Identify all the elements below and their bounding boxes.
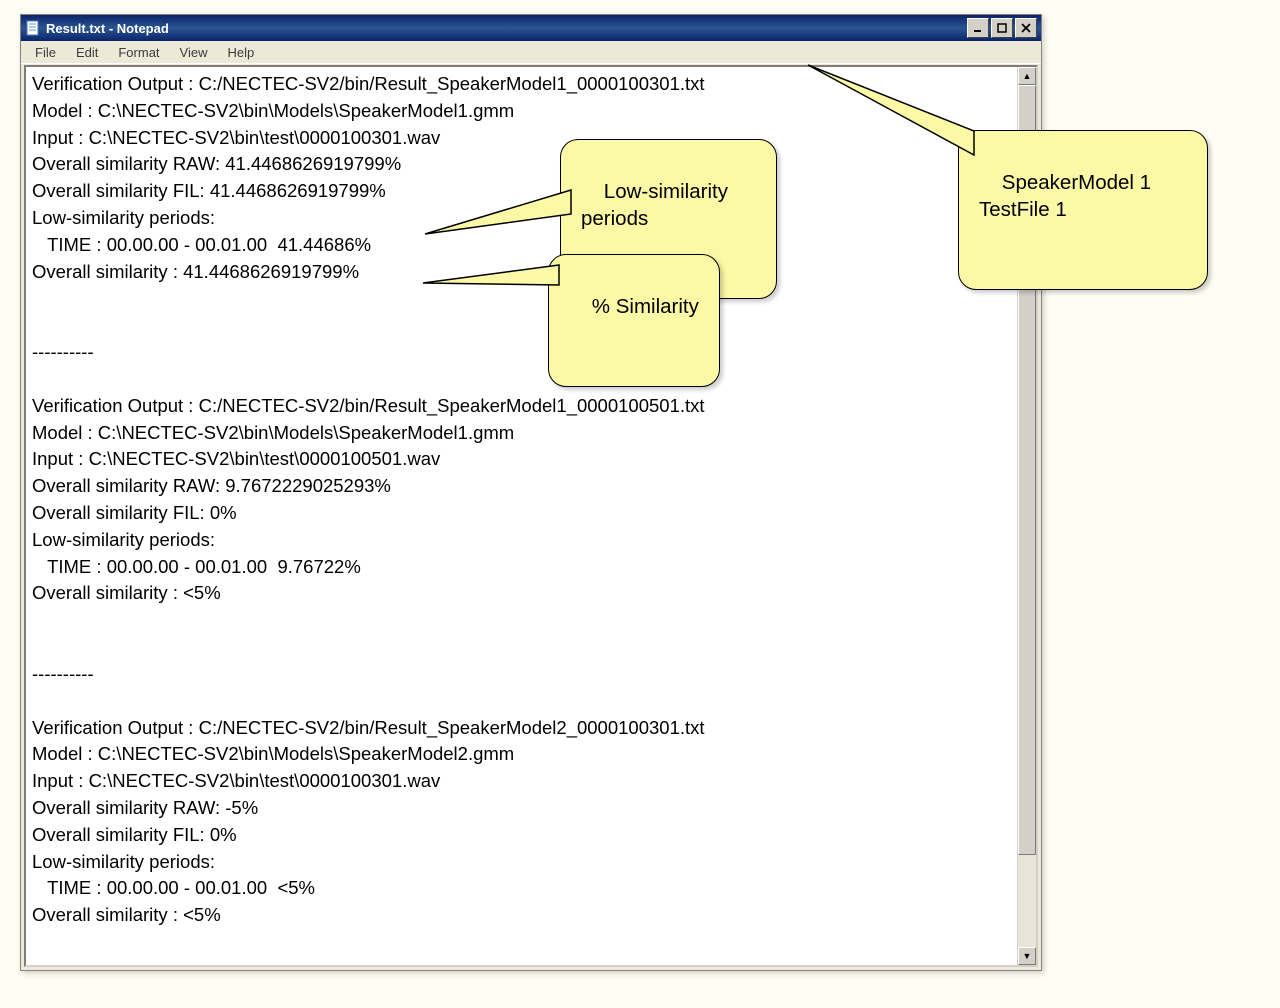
scroll-down-arrow-icon[interactable]: ▼ <box>1018 947 1036 965</box>
text-line: Input : C:\NECTEC-SV2\bin\test\000010030… <box>32 770 440 791</box>
text-line: Low-similarity periods: <box>32 529 215 550</box>
text-line: Verification Output : C:/NECTEC-SV2/bin/… <box>32 73 705 94</box>
text-line: Model : C:\NECTEC-SV2\bin\Models\Speaker… <box>32 743 514 764</box>
callout-text: % Similarity <box>592 295 699 318</box>
callout-text: SpeakerModel 1 TestFile 1 <box>979 171 1151 222</box>
text-line: Verification Output : C:/NECTEC-SV2/bin/… <box>32 395 705 416</box>
notepad-app-icon <box>25 20 41 36</box>
text-line: Overall similarity RAW: -5% <box>32 797 258 818</box>
text-line: Overall similarity RAW: 41.4468626919799… <box>32 153 401 174</box>
menu-format[interactable]: Format <box>108 43 169 62</box>
text-separator: ---------- <box>32 663 94 684</box>
titlebar[interactable]: Result.txt - Notepad <box>21 15 1041 41</box>
text-line: Input : C:\NECTEC-SV2\bin\test\000010030… <box>32 127 440 148</box>
text-line: Overall similarity RAW: 9.7672229025293% <box>32 475 391 496</box>
text-line: Input : C:\NECTEC-SV2\bin\test\000010050… <box>32 448 440 469</box>
scroll-up-arrow-icon[interactable]: ▲ <box>1018 67 1036 85</box>
callout-text: Low-similarity periods <box>581 180 728 231</box>
text-line: Overall similarity : <5% <box>32 904 221 925</box>
text-line: Low-similarity periods: <box>32 207 215 228</box>
text-line: Overall similarity : <5% <box>32 582 221 603</box>
text-line: Low-similarity periods: <box>32 851 215 872</box>
text-line: TIME : 00.00.00 - 00.01.00 9.76722% <box>32 556 361 577</box>
text-line: Verification Output : C:/NECTEC-SV2/bin/… <box>32 717 705 738</box>
menu-help[interactable]: Help <box>217 43 264 62</box>
callout-percent-similarity: % Similarity <box>548 254 720 387</box>
text-line: Overall similarity : 41.4468626919799% <box>32 261 359 282</box>
window-title: Result.txt - Notepad <box>46 21 967 36</box>
text-line: Model : C:\NECTEC-SV2\bin\Models\Speaker… <box>32 100 514 121</box>
text-line: Overall similarity FIL: 41.4468626919799… <box>32 180 386 201</box>
menu-edit[interactable]: Edit <box>66 43 108 62</box>
text-line: TIME : 00.00.00 - 00.01.00 41.44686% <box>32 234 371 255</box>
text-line: Model : C:\NECTEC-SV2\bin\Models\Speaker… <box>32 422 514 443</box>
callout-speaker-testfile: SpeakerModel 1 TestFile 1 <box>958 130 1208 290</box>
menu-file[interactable]: File <box>25 43 66 62</box>
menu-view[interactable]: View <box>170 43 218 62</box>
minimize-button[interactable] <box>967 18 989 38</box>
text-separator: ---------- <box>32 341 94 362</box>
text-line: TIME : 00.00.00 - 00.01.00 <5% <box>32 877 315 898</box>
text-line: Overall similarity FIL: 0% <box>32 502 237 523</box>
text-line: Overall similarity FIL: 0% <box>32 824 237 845</box>
close-button[interactable] <box>1015 18 1037 38</box>
maximize-button[interactable] <box>991 18 1013 38</box>
